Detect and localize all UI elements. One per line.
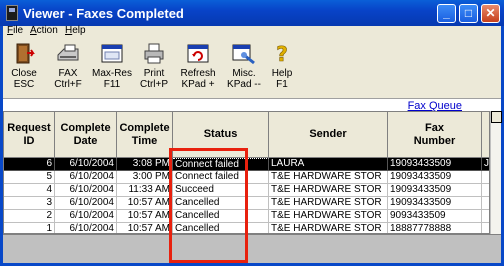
cell-complete-date[interactable]: 6/10/2004 xyxy=(55,223,117,233)
cell-fax-number[interactable]: 19093433509 xyxy=(388,197,482,210)
print-label: Print xyxy=(143,68,165,79)
cell-fax-number[interactable]: 18887778888 xyxy=(388,223,482,233)
close-door-icon xyxy=(12,43,36,65)
cell-sender[interactable]: T&E HARDWARE STOR xyxy=(269,223,388,233)
cell-extra[interactable] xyxy=(482,184,489,197)
close-label: Close xyxy=(11,68,37,79)
cell-request-id[interactable]: 2 xyxy=(4,210,55,223)
cell-complete-date[interactable]: 6/10/2004 xyxy=(55,184,117,197)
close-window-button[interactable]: ✕ xyxy=(481,4,500,23)
misc-tools-icon xyxy=(232,43,256,65)
cell-request-id[interactable]: 4 xyxy=(4,184,55,197)
printer-icon xyxy=(142,43,166,65)
cell-extra[interactable] xyxy=(482,197,489,210)
help-question-icon: ? xyxy=(270,42,294,67)
menu-action[interactable]: Action xyxy=(30,25,58,36)
header-request-id-line1: Request xyxy=(7,121,51,134)
cell-fax-number[interactable]: 19093433509 xyxy=(388,184,482,197)
help-label: Help xyxy=(271,68,293,79)
cell-sender[interactable]: T&E HARDWARE STOR xyxy=(269,197,388,210)
cell-sender[interactable]: T&E HARDWARE STOR xyxy=(269,210,388,223)
cell-complete-date[interactable]: 6/10/2004 xyxy=(55,197,117,210)
cell-request-id[interactable]: 1 xyxy=(4,223,55,233)
header-sender-label: Sender xyxy=(309,128,347,140)
close-toolbar-button[interactable]: Close ESC xyxy=(3,41,45,95)
column-header-fax-number[interactable]: Fax Number xyxy=(388,112,482,158)
refresh-toolbar-button[interactable]: Refresh KPad + xyxy=(175,41,221,95)
help-toolbar-button[interactable]: ? Help F1 xyxy=(261,41,303,95)
column-header-extra[interactable] xyxy=(482,112,489,158)
app-icon[interactable] xyxy=(6,5,18,21)
cell-sender[interactable]: T&E HARDWARE STOR xyxy=(269,171,388,184)
cell-complete-time[interactable]: 10:57 AM xyxy=(117,197,173,210)
cell-extra[interactable] xyxy=(482,171,489,184)
cell-extra[interactable] xyxy=(482,223,489,233)
cell-complete-time[interactable]: 3:00 PM xyxy=(117,171,173,184)
cell-complete-time[interactable]: 11:33 AM xyxy=(117,184,173,197)
grid-empty-area xyxy=(3,234,501,263)
cell-complete-time[interactable]: 10:57 AM xyxy=(117,223,173,233)
print-shortcut: Ctrl+P xyxy=(139,79,169,90)
cell-request-id[interactable]: 3 xyxy=(4,197,55,210)
header-fax-number-line1: Fax xyxy=(425,121,444,134)
menu-action-rest: ction xyxy=(36,25,58,36)
header-complete-time-line2: Time xyxy=(131,134,158,147)
maximize-window-icon xyxy=(100,43,124,65)
cell-request-id[interactable]: 5 xyxy=(4,171,55,184)
client-area: File Action Help Close ESC FAX Ctrl+F Ma… xyxy=(3,25,502,263)
status-highlight-annotation xyxy=(169,148,248,263)
cell-complete-date[interactable]: 6/10/2004 xyxy=(55,171,117,184)
cell-request-id[interactable]: 6 xyxy=(4,158,55,171)
cell-sender[interactable]: LAURA xyxy=(269,158,388,171)
header-fax-number-line2: Number xyxy=(413,134,456,147)
cell-extra[interactable]: J xyxy=(482,158,489,171)
header-request-id-line2: ID xyxy=(23,134,35,147)
maxres-shortcut: F11 xyxy=(103,79,121,90)
column-header-sender[interactable]: Sender xyxy=(269,112,388,158)
fax-toolbar-button[interactable]: FAX Ctrl+F xyxy=(47,41,89,95)
menu-bar: File Action Help xyxy=(3,25,501,38)
title-bar[interactable]: Viewer - Faxes Completed _ □ ✕ xyxy=(0,0,504,26)
refresh-shortcut: KPad + xyxy=(181,79,215,90)
scrollbar-corner-button[interactable] xyxy=(491,111,502,123)
menu-help[interactable]: Help xyxy=(65,25,86,36)
fax-machine-icon xyxy=(56,43,80,65)
cell-complete-date[interactable]: 6/10/2004 xyxy=(55,210,117,223)
cell-fax-number[interactable]: 19093433509 xyxy=(388,158,482,171)
svg-text:?: ? xyxy=(276,43,288,65)
cell-complete-time[interactable]: 10:57 AM xyxy=(117,210,173,223)
header-complete-date-line2: Date xyxy=(73,134,98,147)
cell-complete-date[interactable]: 6/10/2004 xyxy=(55,158,117,171)
menu-help-rest: elp xyxy=(72,25,86,36)
vertical-scrollbar[interactable] xyxy=(490,111,502,234)
viewer-window: Viewer - Faxes Completed _ □ ✕ File Acti… xyxy=(0,0,504,266)
fax-label: FAX xyxy=(58,68,78,79)
cell-fax-number[interactable]: 19093433509 xyxy=(388,171,482,184)
window-title: Viewer - Faxes Completed xyxy=(23,6,184,21)
column-header-request-id[interactable]: Request ID xyxy=(4,112,55,158)
close-shortcut: ESC xyxy=(13,79,35,90)
print-toolbar-button[interactable]: Print Ctrl+P xyxy=(133,41,175,95)
menu-action-accel: A xyxy=(30,25,37,36)
fax-shortcut: Ctrl+F xyxy=(54,79,82,90)
maxres-toolbar-button[interactable]: Max-Res F11 xyxy=(91,41,133,95)
minimize-button[interactable]: _ xyxy=(437,4,456,23)
header-complete-time-line1: Complete xyxy=(119,121,170,134)
cell-fax-number[interactable]: 9093433509 xyxy=(388,210,482,223)
toolbar: Close ESC FAX Ctrl+F Max-Res F11 Print C… xyxy=(3,39,501,97)
refresh-label: Refresh xyxy=(180,68,216,79)
menu-file-rest: ile xyxy=(13,25,24,36)
refresh-icon xyxy=(186,43,210,65)
column-header-complete-time[interactable]: Complete Time xyxy=(117,112,173,158)
header-status-label: Status xyxy=(203,128,238,140)
cell-complete-time[interactable]: 3:08 PM xyxy=(117,158,173,171)
header-complete-date-line1: Complete xyxy=(60,121,111,134)
maxres-label: Max-Res xyxy=(91,68,132,79)
help-shortcut: F1 xyxy=(276,79,288,90)
cell-sender[interactable]: T&E HARDWARE STOR xyxy=(269,184,388,197)
menu-file[interactable]: File xyxy=(7,25,23,36)
column-header-complete-date[interactable]: Complete Date xyxy=(55,112,117,158)
maximize-button[interactable]: □ xyxy=(459,4,478,23)
cell-extra[interactable] xyxy=(482,210,489,223)
